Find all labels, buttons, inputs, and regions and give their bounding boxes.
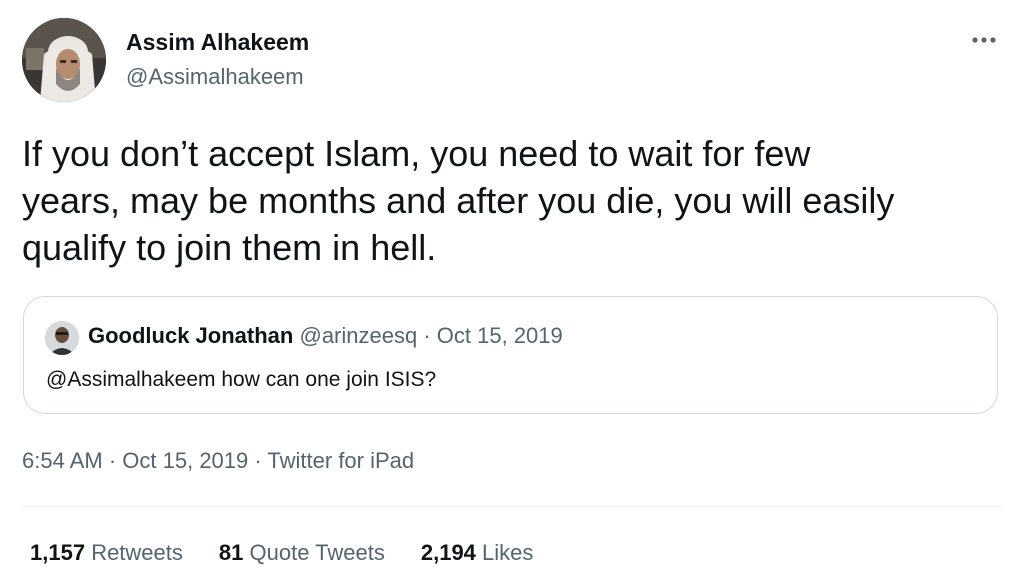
quote-handle: @arinzeesq bbox=[299, 323, 418, 348]
quote-separator: · bbox=[417, 323, 437, 348]
likes-stat[interactable]: 2,194 Likes bbox=[421, 540, 534, 566]
tweet-stats: 1,157 Retweets 81 Quote Tweets 2,194 Lik… bbox=[30, 540, 533, 566]
quote-header: Goodluck Jonathan @arinzeesq · Oct 15, 2… bbox=[88, 323, 563, 349]
retweets-stat[interactable]: 1,157 Retweets bbox=[30, 540, 183, 566]
quote-date: Oct 15, 2019 bbox=[436, 323, 563, 348]
retweets-label: Retweets bbox=[91, 540, 183, 565]
tweet-card: Assim Alhakeem @Assimalhakeem If you don… bbox=[0, 0, 1024, 586]
meta-separator: · bbox=[102, 448, 123, 473]
author-display-name[interactable]: Assim Alhakeem bbox=[126, 29, 309, 56]
tweet-meta: 6:54 AM · Oct 15, 2019 · Twitter for iPa… bbox=[22, 448, 414, 474]
meta-separator: · bbox=[248, 448, 268, 473]
tweet-text: If you don’t accept Islam, you need to w… bbox=[22, 133, 895, 268]
divider bbox=[22, 506, 1002, 507]
author-handle[interactable]: @Assimalhakeem bbox=[126, 64, 304, 90]
quote-tweets-label: Quote Tweets bbox=[249, 540, 385, 565]
tweet-time[interactable]: 6:54 AM bbox=[22, 448, 103, 473]
likes-label: Likes bbox=[482, 540, 534, 565]
more-horizontal-icon[interactable] bbox=[970, 30, 998, 50]
quote-display-name: Goodluck Jonathan bbox=[88, 323, 294, 348]
quote-author-avatar bbox=[45, 321, 79, 355]
quoted-tweet[interactable]: Goodluck Jonathan @arinzeesq · Oct 15, 2… bbox=[23, 296, 998, 414]
retweets-count: 1,157 bbox=[30, 540, 86, 565]
tweet-source[interactable]: Twitter for iPad bbox=[267, 448, 414, 473]
quote-text: @Assimalhakeem how can one join ISIS? bbox=[46, 368, 437, 391]
profile-photo-icon bbox=[45, 321, 79, 355]
quote-tweets-stat[interactable]: 81 Quote Tweets bbox=[219, 540, 385, 566]
likes-count: 2,194 bbox=[420, 540, 476, 565]
profile-photo-icon bbox=[22, 18, 106, 102]
tweet-date[interactable]: Oct 15, 2019 bbox=[122, 448, 248, 473]
quote-tweets-count: 81 bbox=[218, 540, 244, 565]
author-avatar[interactable] bbox=[22, 18, 106, 102]
